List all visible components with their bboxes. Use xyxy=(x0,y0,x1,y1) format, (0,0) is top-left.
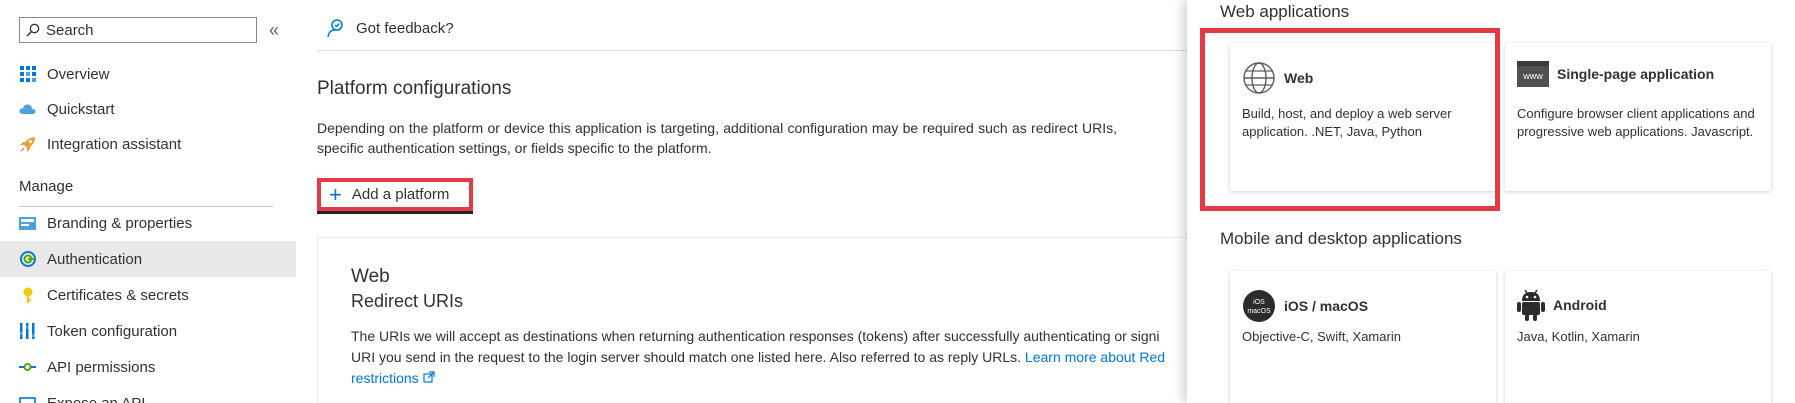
sidebar-item-expose-api[interactable]: Expose an API xyxy=(0,385,296,403)
add-platform-button[interactable]: + Add a platform xyxy=(317,178,473,211)
card-body-text-2: URI you send in the request to the login… xyxy=(351,349,1022,365)
main-content: Got feedback? Platform configurations De… xyxy=(296,0,1217,403)
card-title: Web xyxy=(351,266,390,287)
sidebar-item-certificates[interactable]: Certificates & secrets xyxy=(0,277,296,313)
feedback-icon xyxy=(327,19,343,38)
sidebar-item-label: Authentication xyxy=(47,250,143,268)
single-page-application-tile[interactable]: www Single-page application Configure br… xyxy=(1505,43,1771,191)
tile-name: Web xyxy=(1284,70,1314,86)
ios-macos-tile[interactable]: iOS macOS iOS / macOS Objective-C, Swift,… xyxy=(1230,271,1496,403)
branding-icon xyxy=(19,215,36,232)
sidebar: « Overview Quickstart Integration assist… xyxy=(0,0,296,403)
sidebar-item-label: Branding & properties xyxy=(47,214,193,232)
sidebar-item-integration-assistant[interactable]: Integration assistant xyxy=(0,126,296,162)
tile-description: Build, host, and deploy a web server app… xyxy=(1242,106,1452,139)
divider xyxy=(317,50,1217,51)
sidebar-item-branding[interactable]: Branding & properties xyxy=(0,205,296,241)
grid-icon xyxy=(19,66,36,83)
expose-api-icon xyxy=(19,395,36,403)
svg-text:iOS: iOS xyxy=(1253,299,1265,306)
cloud-icon xyxy=(19,101,36,118)
card-subtitle: Redirect URIs xyxy=(351,291,464,311)
feedback-label: Got feedback? xyxy=(356,19,454,37)
search-input[interactable] xyxy=(46,21,246,39)
sidebar-item-label: Certificates & secrets xyxy=(47,286,189,304)
web-platform-card: Web Redirect URIs The URIs we will accep… xyxy=(317,237,1217,403)
sidebar-item-quickstart[interactable]: Quickstart xyxy=(0,91,296,127)
ios-macos-icon: iOS macOS xyxy=(1243,290,1275,322)
feedback-button[interactable]: Got feedback? xyxy=(326,18,454,38)
mobile-desktop-header: Mobile and desktop applications xyxy=(1220,229,1462,248)
sidebar-item-label: API permissions xyxy=(47,358,156,376)
android-tile[interactable]: Android Java, Kotlin, Xamarin xyxy=(1505,271,1771,403)
api-permissions-icon xyxy=(19,359,36,376)
sidebar-item-label: Expose an API xyxy=(47,394,146,403)
web-applications-header: Web applications xyxy=(1220,2,1350,21)
browser-www-icon: www xyxy=(1517,61,1549,87)
search-icon xyxy=(26,23,40,37)
sidebar-item-label: Token configuration xyxy=(47,322,178,340)
svg-text:www: www xyxy=(1522,71,1543,81)
sidebar-item-overview[interactable]: Overview xyxy=(0,56,296,92)
learn-more-link[interactable]: Learn more about Red xyxy=(1025,349,1165,365)
tile-name: Single-page application xyxy=(1557,66,1715,82)
sidebar-item-label: Integration assistant xyxy=(47,135,182,153)
tile-name: Android xyxy=(1553,297,1607,313)
tile-description: Objective-C, Swift, Xamarin xyxy=(1242,329,1401,344)
page-description: Depending on the platform or device this… xyxy=(317,120,1117,156)
restrictions-link[interactable]: restrictions xyxy=(351,370,419,386)
sidebar-item-label: Overview xyxy=(47,65,110,83)
tile-description: Java, Kotlin, Xamarin xyxy=(1517,329,1640,344)
tile-name: iOS / macOS xyxy=(1284,298,1369,314)
card-body: The URIs we will accept as destinations … xyxy=(351,326,1191,389)
sidebar-item-authentication[interactable]: Authentication xyxy=(0,241,296,277)
configure-platforms-panel: Web applications Web Build, host, and de… xyxy=(1187,0,1795,403)
android-icon xyxy=(1517,289,1545,321)
web-tile[interactable]: Web Build, host, and deploy a web server… xyxy=(1230,43,1496,191)
add-platform-label: Add a platform xyxy=(351,186,450,203)
page-title: Platform configurations xyxy=(317,78,512,99)
sidebar-item-api-permissions[interactable]: API permissions xyxy=(0,349,296,385)
sidebar-item-token-configuration[interactable]: Token configuration xyxy=(0,313,296,349)
card-body-text: The URIs we will accept as destinations … xyxy=(351,328,1160,344)
external-link-icon xyxy=(422,371,435,383)
sidebar-item-label: Quickstart xyxy=(47,100,115,118)
authentication-icon xyxy=(19,251,36,268)
globe-icon xyxy=(1243,62,1275,94)
manage-section-header: Manage xyxy=(19,178,74,195)
svg-text:macOS: macOS xyxy=(1247,308,1271,315)
token-icon xyxy=(19,323,36,340)
plus-icon: + xyxy=(329,181,342,207)
collapse-sidebar-button[interactable]: « xyxy=(269,20,279,41)
rocket-icon xyxy=(19,136,36,153)
key-icon xyxy=(19,287,36,304)
tile-description: Configure browser client applications an… xyxy=(1517,106,1755,139)
search-box[interactable] xyxy=(19,17,257,43)
